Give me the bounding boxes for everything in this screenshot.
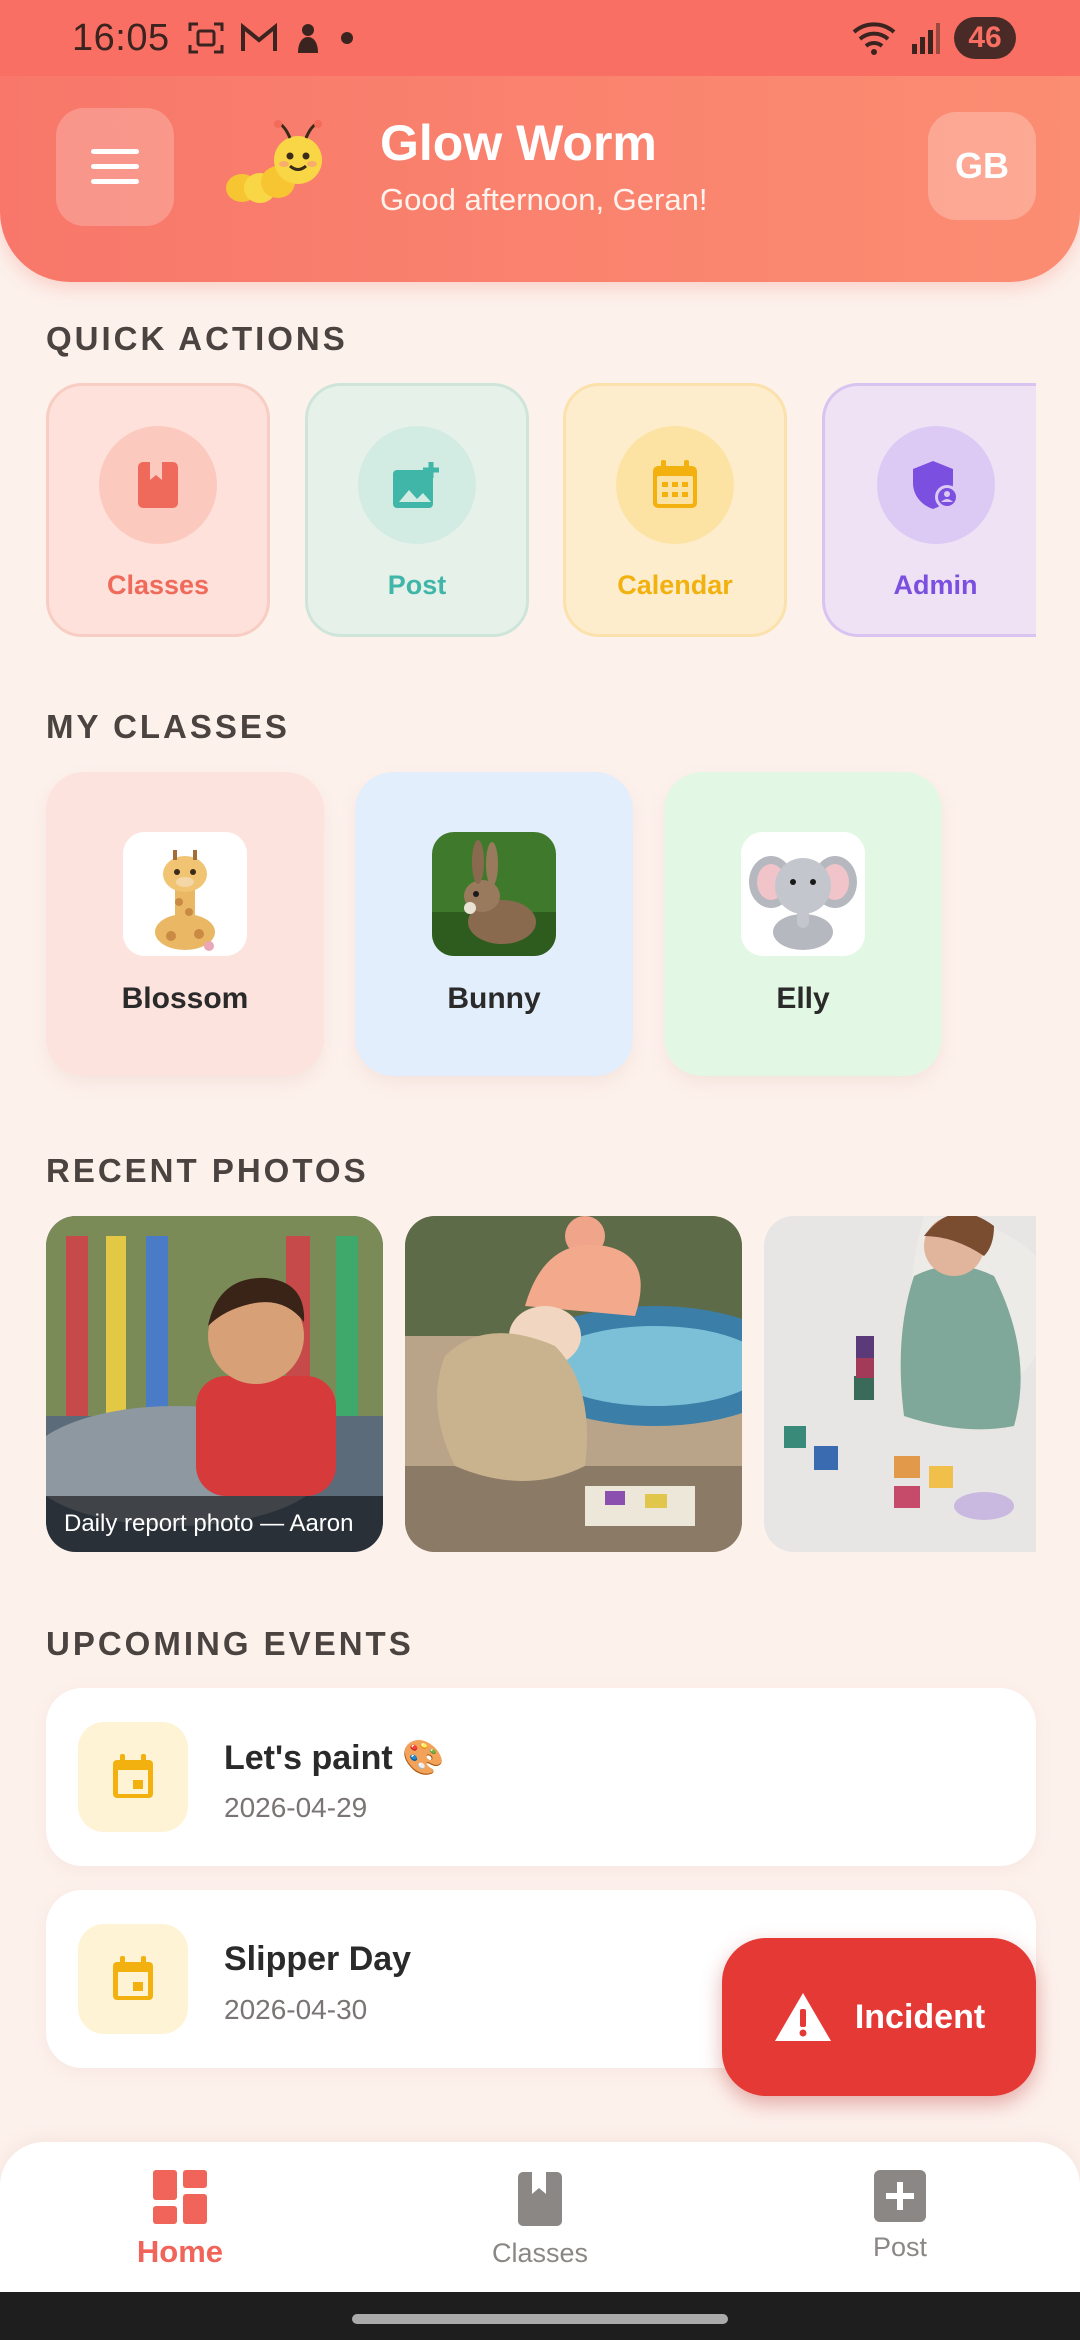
wifi-icon <box>852 22 896 55</box>
home-gesture-pill[interactable] <box>352 2314 728 2324</box>
class-name: Bunny <box>447 982 541 1015</box>
incident-button[interactable]: Incident <box>722 1938 1036 2096</box>
quick-action-label: Classes <box>106 570 210 600</box>
app-title: Glow Worm <box>380 115 657 171</box>
quick-action-classes[interactable]: Classes <box>46 383 270 637</box>
screenshot-icon <box>188 22 224 54</box>
quick-actions-heading: QUICK ACTIONS <box>46 320 348 357</box>
admin-shield-icon <box>912 461 959 509</box>
quick-action-label: Post <box>387 570 447 600</box>
user-avatar[interactable]: GB <box>928 112 1036 220</box>
class-card-elly[interactable]: Elly <box>664 772 942 1076</box>
warning-icon <box>774 1993 831 2041</box>
recent-photos-heading: RECENT PHOTOS <box>46 1152 369 1189</box>
quick-action-calendar-circle <box>616 426 734 544</box>
bottom-navigation: Home Classes Post <box>0 2142 1080 2292</box>
event-title: Slipper Day <box>224 1940 412 1978</box>
photo-card[interactable] <box>405 1216 742 1552</box>
event-calendar-icon <box>113 1956 153 2000</box>
elephant-thumbnail <box>741 832 865 956</box>
signal-icon <box>912 23 940 54</box>
event-icon-box <box>78 1924 188 2034</box>
upcoming-events-heading: UPCOMING EVENTS <box>46 1625 414 1662</box>
status-bar: 16:05 46 <box>0 0 1080 76</box>
event-calendar-icon <box>113 1754 153 1798</box>
add-photo-icon <box>393 462 439 508</box>
photo-child-blocks <box>764 1216 1036 1552</box>
event-date: 2026-04-29 <box>224 1792 368 1823</box>
quick-action-admin[interactable]: Admin <box>822 383 1036 637</box>
dot-icon <box>340 32 353 44</box>
class-name: Elly <box>776 982 830 1015</box>
incident-label: Incident <box>854 1997 986 2036</box>
gmail-icon <box>240 23 277 51</box>
notification-icon <box>297 24 318 53</box>
quick-action-classes-circle <box>99 426 217 544</box>
quick-action-post[interactable]: Post <box>305 383 529 637</box>
add-box-icon <box>874 2170 926 2222</box>
class-name: Blossom <box>121 982 249 1015</box>
battery-indicator: 46 <box>954 17 1016 59</box>
class-card-blossom[interactable]: Blossom <box>46 772 324 1076</box>
quick-action-calendar[interactable]: Calendar <box>563 383 787 637</box>
status-time: 16:05 <box>72 16 170 59</box>
nav-label: Home <box>136 2234 224 2269</box>
glow-worm-logo <box>226 120 322 203</box>
greeting-text: Good afternoon, Geran! <box>380 182 708 217</box>
photo-card[interactable] <box>764 1216 1036 1552</box>
hamburger-icon <box>91 149 139 184</box>
my-classes-heading: MY CLASSES <box>46 708 290 745</box>
quick-action-post-circle <box>358 426 476 544</box>
rabbit-thumbnail <box>432 832 556 956</box>
book-icon <box>138 462 178 508</box>
event-title: Let's paint 🎨 <box>224 1739 445 1777</box>
nav-label: Classes <box>491 2238 589 2268</box>
photo-caption: Daily report photo — Aaron <box>46 1496 383 1552</box>
calendar-icon <box>653 460 697 508</box>
event-date: 2026-04-30 <box>224 1994 368 2025</box>
photo-card[interactable]: Daily report photo — Aaron <box>46 1216 383 1552</box>
quick-action-label: Calendar <box>617 570 733 600</box>
event-icon-box <box>78 1722 188 1832</box>
nav-label: Post <box>872 2232 928 2262</box>
book-icon <box>518 2172 562 2226</box>
event-card[interactable]: Let's paint 🎨 2026-04-29 <box>46 1688 1036 1866</box>
class-card-bunny[interactable]: Bunny <box>355 772 633 1076</box>
quick-action-admin-circle <box>876 426 995 544</box>
nav-home[interactable]: Home <box>80 2170 280 2270</box>
quick-action-label: Admin <box>893 570 978 600</box>
giraffe-thumbnail <box>123 832 247 956</box>
dashboard-icon <box>153 2170 207 2224</box>
photo-child-puzzle <box>405 1216 742 1552</box>
nav-classes[interactable]: Classes <box>440 2170 640 2269</box>
menu-button[interactable] <box>56 108 174 226</box>
nav-post[interactable]: Post <box>800 2170 1000 2263</box>
